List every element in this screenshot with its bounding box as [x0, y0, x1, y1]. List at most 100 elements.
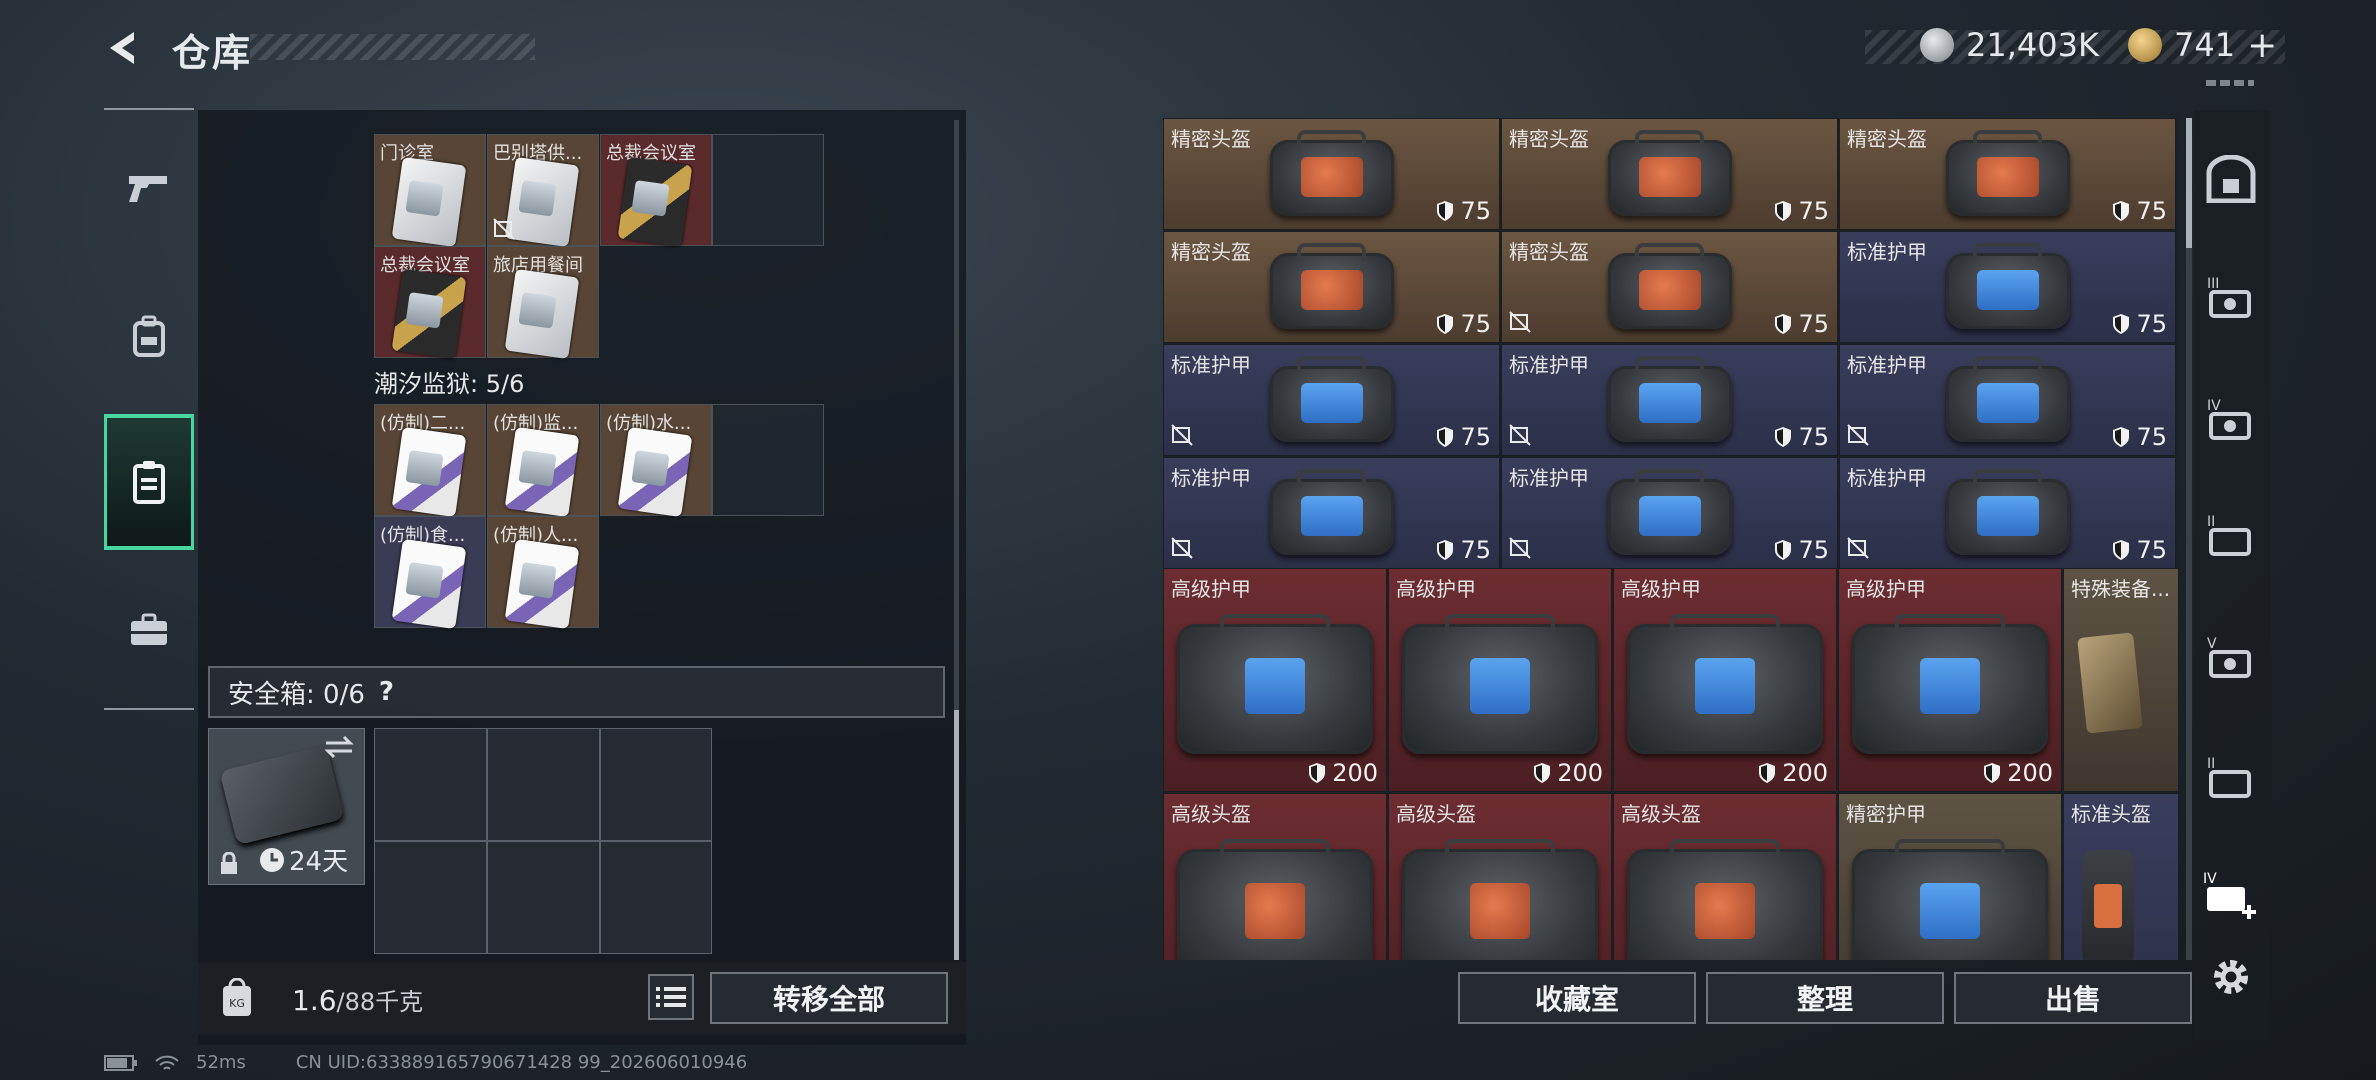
- item-name: 标准头盔: [2071, 802, 2151, 826]
- list-view-button[interactable]: [648, 974, 694, 1020]
- container-tab-2[interactable]: II: [2200, 504, 2262, 566]
- gear-bag-image: [1177, 613, 1373, 754]
- keycard-slot[interactable]: (仿制)水...: [600, 404, 712, 518]
- helmet-bag-item[interactable]: 精密头盔 75: [1501, 118, 1838, 230]
- item-name: 标准护甲: [1509, 353, 1589, 377]
- gear-bag-image: [1607, 469, 1732, 556]
- standard-helmet-item[interactable]: 标准头盔: [2063, 793, 2179, 960]
- keycard-slot[interactable]: 旅店用餐间: [487, 246, 599, 360]
- keycard-slot[interactable]: (仿制)监...: [487, 404, 599, 518]
- add-premium-button[interactable]: +: [2247, 25, 2277, 66]
- stash-tab[interactable]: [2200, 148, 2262, 210]
- container-tab-4[interactable]: IV: [2200, 388, 2262, 450]
- sidebar-handle: [2206, 80, 2254, 86]
- keycard-slot[interactable]: 总裁会议室: [600, 134, 712, 248]
- special-equipment-item[interactable]: 特殊装备...: [2063, 568, 2179, 792]
- gear-bag-image: [1945, 356, 2070, 443]
- armor-bag-item[interactable]: 标准护甲 75: [1163, 344, 1500, 456]
- durability-shield-icon: [1437, 427, 1454, 447]
- premium-balance[interactable]: 741 +: [2128, 22, 2277, 68]
- armor-bag-item[interactable]: 标准护甲 75: [1839, 231, 2176, 343]
- gear-bag-image: [1607, 130, 1732, 217]
- armor-bag-item[interactable]: 标准护甲 75: [1501, 344, 1838, 456]
- durability-shield-icon: [2113, 314, 2130, 334]
- tab-keycards[interactable]: [104, 414, 194, 550]
- sort-button[interactable]: 整理: [1706, 972, 1944, 1024]
- gear-bag-image: [1177, 838, 1373, 960]
- add-case-icon: IV: [2203, 871, 2256, 919]
- item-name: 精密头盔: [1847, 127, 1927, 151]
- coin-balance[interactable]: 21,403K: [1920, 22, 2099, 68]
- item-name: 精密头盔: [1509, 240, 1589, 264]
- keycard-image: [504, 538, 580, 630]
- tab-backpack[interactable]: [104, 290, 194, 382]
- durability-shield-icon: [1437, 201, 1454, 221]
- safe-box-header: 安全箱: 0/6 ?: [208, 666, 945, 718]
- prison-section-title: 潮汐监狱: 5/6: [374, 370, 525, 398]
- helmet-bag-item[interactable]: 精密头盔 75: [1163, 231, 1500, 343]
- durability-value: 75: [1774, 536, 1829, 564]
- collection-room-button[interactable]: 收藏室: [1458, 972, 1696, 1024]
- helmet-bag-item[interactable]: 高级头盔: [1613, 793, 1837, 960]
- safe-box-slots[interactable]: [374, 728, 712, 954]
- wifi-icon: [155, 1055, 179, 1070]
- helmet-bag-item[interactable]: 精密头盔 75: [1501, 231, 1838, 343]
- armor-bag-item[interactable]: 标准护甲 75: [1163, 457, 1500, 569]
- durability-shield-icon: [1775, 540, 1792, 560]
- keycard-image: [504, 268, 580, 360]
- armor-bag-item[interactable]: 标准护甲 75: [1839, 344, 2176, 456]
- right-scrollbar-thumb[interactable]: [2186, 118, 2192, 248]
- durability-value: 75: [1774, 197, 1829, 225]
- container-tab-2b[interactable]: II: [2200, 746, 2262, 808]
- keycard-slot[interactable]: 巴别塔供...: [487, 134, 599, 248]
- empty-slot[interactable]: [712, 134, 824, 246]
- clock-icon: [260, 847, 284, 872]
- special-equipment-image: [2077, 632, 2143, 734]
- armor-bag-item[interactable]: 高级护甲 200: [1613, 568, 1837, 792]
- armor-bag-item[interactable]: 高级护甲 200: [1388, 568, 1612, 792]
- sell-button[interactable]: 出售: [1954, 972, 2192, 1024]
- helmet-bag-item[interactable]: 精密头盔 75: [1839, 118, 2176, 230]
- helmet-bag-item[interactable]: 高级头盔: [1388, 793, 1612, 960]
- durability-value: 75: [1774, 423, 1829, 451]
- page-title: 仓库: [172, 31, 253, 75]
- armor-bag-item[interactable]: 高级护甲 200: [1838, 568, 2062, 792]
- armor-bag-item[interactable]: 精密护甲: [1838, 793, 2062, 960]
- add-container-tab[interactable]: IV: [2200, 864, 2262, 926]
- durability-shield-icon: [1775, 427, 1792, 447]
- armor-bag-item[interactable]: 高级护甲 200: [1163, 568, 1387, 792]
- container-tab-3[interactable]: III: [2200, 266, 2262, 328]
- keycard-slot[interactable]: (仿制)二...: [374, 404, 486, 518]
- keycard-slot[interactable]: (仿制)食...: [374, 516, 486, 630]
- tab-case[interactable]: [104, 584, 194, 676]
- container-tab-5[interactable]: V: [2200, 626, 2262, 688]
- durability-value: 75: [1436, 310, 1491, 338]
- keycard-slot[interactable]: 总裁会议室: [374, 246, 486, 360]
- coin-amount: 21,403K: [1966, 26, 2099, 64]
- helmet-bag-item[interactable]: 精密头盔 75: [1163, 118, 1500, 230]
- left-scrollbar-thumb[interactable]: [954, 710, 959, 960]
- armor-bag-item[interactable]: 标准护甲 75: [1839, 457, 2176, 569]
- durability-value: 200: [1983, 759, 2053, 787]
- helmet-bag-item[interactable]: 高级头盔: [1163, 793, 1387, 960]
- transfer-all-button[interactable]: 转移全部: [710, 972, 948, 1024]
- durability-value: 75: [1436, 536, 1491, 564]
- durability-value: 75: [2112, 310, 2167, 338]
- svg-text:IV: IV: [2207, 398, 2221, 414]
- armor-bag-item[interactable]: 标准护甲 75: [1501, 457, 1838, 569]
- backpack-icon: [133, 315, 165, 357]
- swap-icon[interactable]: [322, 735, 356, 759]
- settings-button[interactable]: [2200, 946, 2262, 1008]
- keycard-slot[interactable]: 门诊室: [374, 134, 486, 248]
- help-icon[interactable]: ?: [379, 677, 394, 707]
- safe-case-image: [219, 744, 345, 846]
- gear-bag-image: [1945, 130, 2070, 217]
- gear-bag-image: [1627, 613, 1823, 754]
- keycard-slot[interactable]: (仿制)人...: [487, 516, 599, 630]
- list-icon: [656, 987, 686, 1007]
- back-icon[interactable]: [100, 26, 144, 70]
- safe-box-item[interactable]: 24天: [208, 728, 365, 885]
- tab-weapons[interactable]: [104, 142, 194, 234]
- svg-text:II: II: [2207, 756, 2215, 772]
- empty-slot[interactable]: [712, 404, 824, 516]
